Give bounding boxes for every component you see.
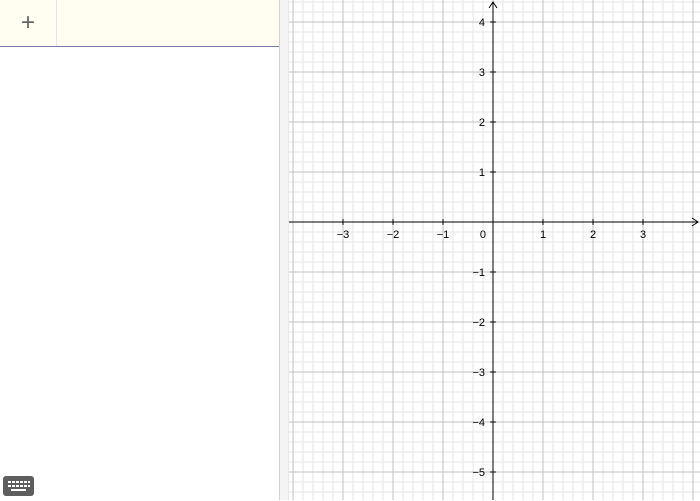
x-tick-label: 3 <box>640 229 646 241</box>
y-tick-label: 3 <box>479 67 485 79</box>
algebra-view: + <box>0 0 279 500</box>
view-splitter-handle[interactable] <box>280 0 289 500</box>
add-item-button[interactable]: + <box>0 0 57 46</box>
keyboard-icon <box>8 481 30 491</box>
x-tick-label: −1 <box>437 229 450 241</box>
x-tick-label: −3 <box>337 229 350 241</box>
y-tick-label: 2 <box>479 117 485 129</box>
x-tick-label: −2 <box>387 229 400 241</box>
x-tick-label: 0 <box>480 229 486 241</box>
y-tick-label: −5 <box>472 467 485 479</box>
graphics-view[interactable]: −3 −2 −1 0 1 2 3 4 3 2 1 −1 −2 −3 −4 −5 <box>289 0 700 500</box>
y-tick-label: −1 <box>472 267 485 279</box>
y-tick-label: 1 <box>479 167 485 179</box>
coordinate-plane[interactable]: −3 −2 −1 0 1 2 3 4 3 2 1 −1 −2 −3 −4 −5 <box>289 0 700 500</box>
algebra-input-row: + <box>0 0 279 47</box>
x-tick-label: 1 <box>540 229 546 241</box>
plus-icon: + <box>20 9 35 36</box>
y-tick-label: −3 <box>472 367 485 379</box>
y-tick-label: −2 <box>472 317 485 329</box>
y-tick-label: −4 <box>472 417 485 429</box>
x-tick-label: 2 <box>590 229 596 241</box>
keyboard-button[interactable] <box>3 476 34 496</box>
algebra-input-field[interactable] <box>57 0 279 46</box>
y-tick-label: 4 <box>479 17 485 29</box>
